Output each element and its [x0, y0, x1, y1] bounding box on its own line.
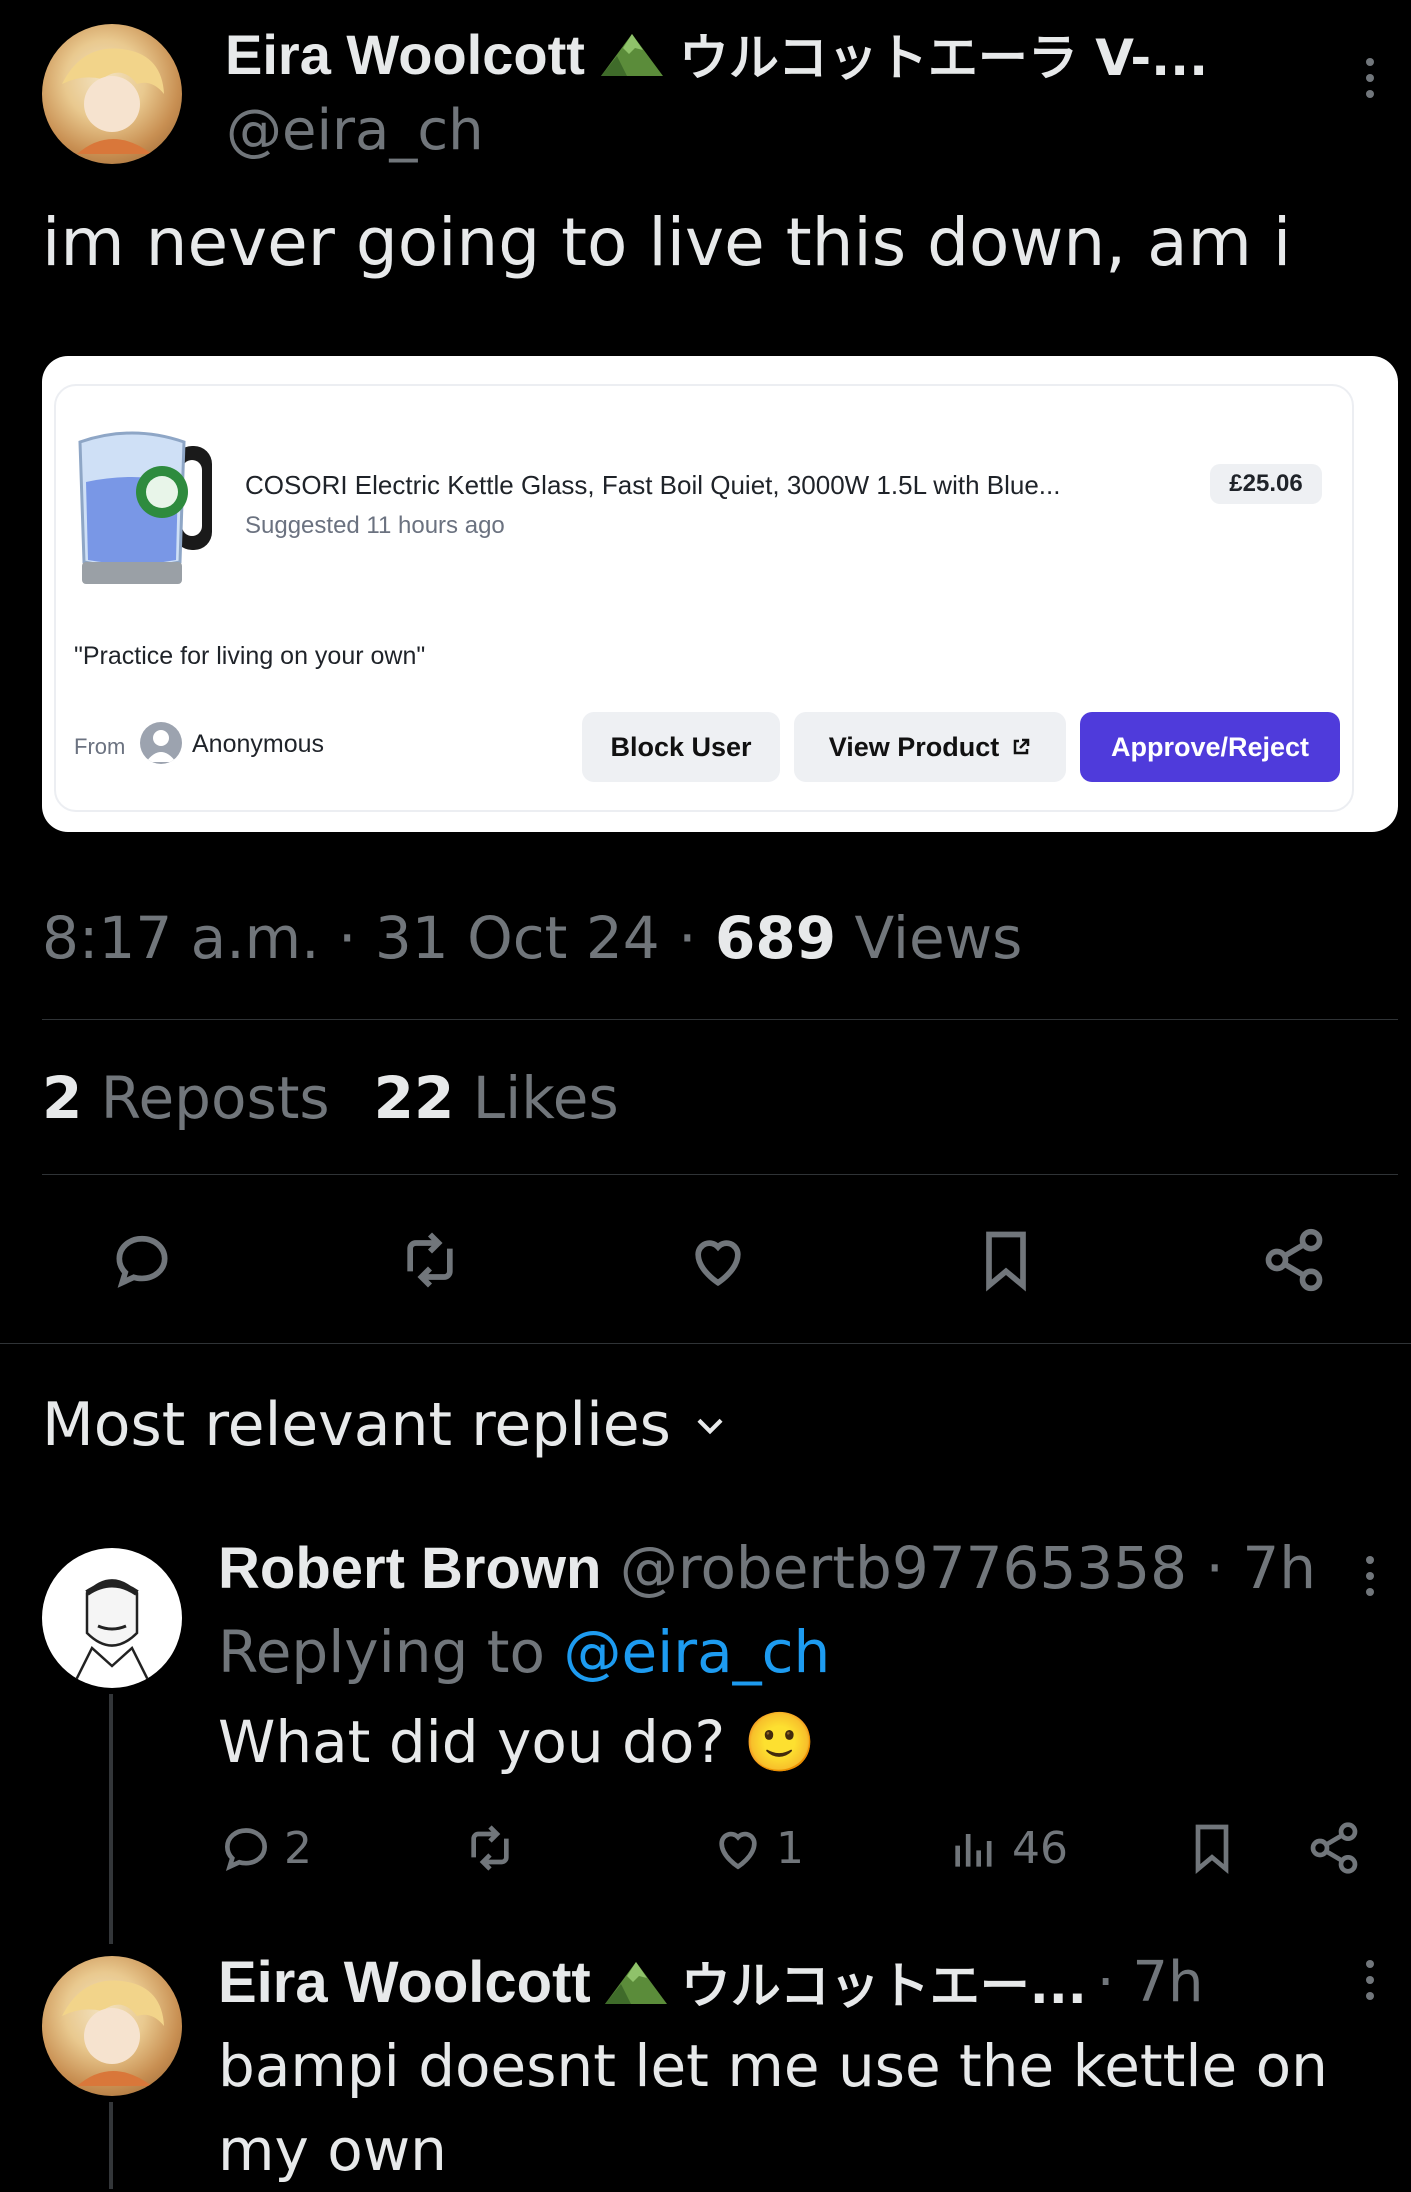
reply-reply-button[interactable]: 2 [218, 1820, 312, 1876]
likes-count: 22 [373, 1064, 455, 1132]
approve-reject-button[interactable]: Approve/Reject [1080, 712, 1340, 782]
reply2-thread-line [109, 2102, 113, 2189]
reply-more-options-icon[interactable] [1365, 1556, 1375, 1596]
reply2-text: bampi doesnt let me use the kettle on my… [218, 2032, 1328, 2184]
author-name[interactable]: Eira Woolcott [225, 22, 585, 87]
reply2-author-suffix: ウルコットエー... [680, 1957, 1087, 2015]
reply-handle-time[interactable]: @robertb97765358 · 7h [620, 1534, 1316, 1602]
block-user-button[interactable]: Block User [582, 712, 780, 782]
approve-reject-label: Approve/Reject [1110, 731, 1310, 762]
reply2-more-options-icon[interactable] [1365, 1960, 1375, 2000]
replying-to-handle[interactable]: @eira_ch [563, 1618, 830, 1686]
reply-views-button[interactable]: 46 [946, 1820, 1068, 1876]
kettle-product-image[interactable] [62, 412, 222, 590]
view-product-button[interactable]: View Product [794, 712, 1066, 782]
suggested-time: Suggested 11 hours ago [245, 512, 505, 539]
from-label: From [74, 734, 126, 759]
reply-reply-count: 2 [284, 1822, 312, 1874]
avatar-illustration [62, 1980, 164, 2086]
engagement-stats: 2 Reposts 22 Likes [42, 1064, 619, 1132]
stats-divider [42, 1174, 1398, 1175]
reply-icon [224, 1828, 268, 1871]
reposts-stat[interactable]: 2 Reposts [42, 1064, 330, 1132]
views-label: Views [836, 904, 1023, 972]
reply-icon[interactable] [108, 1226, 176, 1294]
like-icon[interactable] [684, 1226, 752, 1294]
suggestion-inner-panel: COSORI Electric Kettle Glass, Fast Boil … [54, 384, 1354, 812]
anonymous-user-icon [140, 722, 182, 764]
mountain-emoji-icon [604, 1962, 667, 2004]
views-chart-icon [955, 1834, 992, 1867]
reply-view-count: 46 [1012, 1822, 1068, 1874]
share-icon[interactable] [1260, 1226, 1328, 1294]
replies-header: Most relevant replies [42, 1390, 671, 1460]
reply2-author-name[interactable]: Eira Woolcott [218, 1949, 591, 2016]
reply2-time[interactable]: · 7h [1097, 1950, 1204, 2015]
reply-action-bar: 2 1 46 [218, 1820, 1398, 1884]
views-count: 689 [714, 904, 837, 972]
product-suggestion-card[interactable]: COSORI Electric Kettle Glass, Fast Boil … [42, 356, 1398, 832]
suggestion-quote: "Practice for living on your own" [74, 642, 426, 670]
avatar-illustration [62, 48, 164, 154]
tweet-text: im never going to live this down, am i [42, 204, 1292, 281]
replying-to-prefix: Replying to [218, 1618, 564, 1686]
bookmark-icon[interactable] [972, 1226, 1040, 1294]
repost-icon[interactable] [396, 1226, 464, 1294]
action-bar [0, 1222, 1411, 1298]
external-link-icon [1014, 738, 1030, 755]
replies-sort-dropdown[interactable]: Most relevant replies [42, 1390, 729, 1460]
reposts-label: Reposts [82, 1064, 330, 1132]
product-title[interactable]: COSORI Electric Kettle Glass, Fast Boil … [245, 470, 1060, 501]
reply-text: What did you do? 🙂 [218, 1708, 816, 1776]
from-user: Anonymous [192, 730, 325, 758]
repost-icon [471, 1825, 509, 1871]
more-options-icon[interactable] [1365, 58, 1375, 98]
likes-stat[interactable]: 22 Likes [374, 1064, 619, 1132]
reply-thread-line [109, 1694, 113, 1944]
reply-avatar[interactable] [42, 1548, 182, 1688]
reply-repost-button[interactable] [462, 1820, 518, 1887]
like-icon [719, 1831, 757, 1870]
author-avatar[interactable] [42, 24, 182, 164]
likes-label: Likes [454, 1064, 619, 1132]
bookmark-icon[interactable] [1184, 1820, 1240, 1876]
reply2-avatar[interactable] [42, 1956, 182, 2096]
actions-divider [0, 1343, 1411, 1344]
reply-like-button[interactable]: 1 [710, 1820, 804, 1876]
share-icon[interactable] [1306, 1820, 1362, 1876]
meta-divider [42, 1019, 1398, 1020]
author-handle[interactable]: @eira_ch [226, 98, 484, 163]
mountain-emoji-icon [600, 34, 663, 76]
view-product-label: View Product [828, 731, 1000, 762]
reposts-count: 2 [42, 1064, 83, 1132]
tweet-meta: 8:17 a.m. · 31 Oct 24 · 689 Views [42, 904, 1022, 972]
block-user-label: Block User [610, 731, 752, 762]
price-badge: £25.06 [1210, 464, 1322, 504]
reply-author-name[interactable]: Robert Brown [218, 1536, 601, 1601]
reply-like-count: 1 [776, 1822, 804, 1874]
tweet-timestamp[interactable]: 8:17 a.m. · 31 Oct 24 · [42, 904, 715, 972]
chevron-down-icon [697, 1418, 723, 1435]
avatar-illustration [70, 1579, 154, 1688]
author-name-suffix: ウルコットエーラ V-... [678, 29, 1209, 87]
